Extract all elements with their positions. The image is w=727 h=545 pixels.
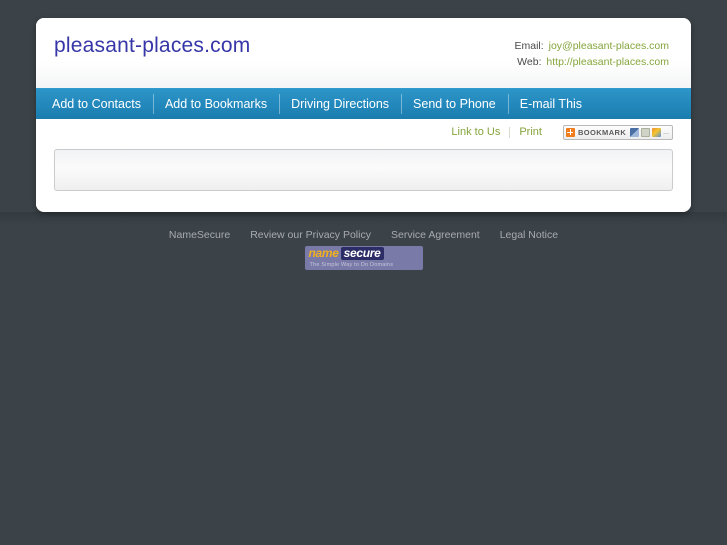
google-share-icon[interactable] <box>652 127 662 137</box>
contact-row-web: Web: http://pleasant-places.com <box>409 54 669 70</box>
footer-link-privacy-policy[interactable]: Review our Privacy Policy <box>240 226 381 244</box>
nav-email-this-label: E-mail This <box>519 97 583 111</box>
namesecure-logo-wrap: name secure The Simple Way to Do Domains <box>0 246 727 270</box>
namesecure-logo-name: name <box>308 246 339 260</box>
print-link[interactable]: Print <box>510 126 551 138</box>
footer-link-legal-notice[interactable]: Legal Notice <box>490 226 568 244</box>
nav-add-to-contacts[interactable]: Add to Contacts <box>40 89 153 119</box>
primary-navbar: Add to Contacts Add to Bookmarks Driving… <box>36 88 691 119</box>
main-card: pleasant-places.com Email: joy@pleasant-… <box>36 18 691 212</box>
nav-add-to-contacts-label: Add to Contacts <box>52 97 141 111</box>
plus-icon <box>565 127 575 137</box>
email-value[interactable]: joy@pleasant-places.com <box>549 40 669 52</box>
nav-email-this[interactable]: E-mail This <box>507 89 594 119</box>
more-share-options[interactable]: ... <box>663 129 669 136</box>
footer-link-namesecure[interactable]: NameSecure <box>159 226 240 244</box>
web-value[interactable]: http://pleasant-places.com <box>546 56 669 68</box>
web-label: Web: <box>517 56 542 68</box>
bookmark-share-widget[interactable]: BOOKMARK ... <box>562 124 673 140</box>
nav-driving-directions-label: Driving Directions <box>291 97 390 111</box>
namesecure-logo-wordmark: name secure <box>305 247 423 260</box>
utility-row: Link to Us Print BOOKMARK ... <box>36 119 691 145</box>
link-to-us-link[interactable]: Link to Us <box>442 126 509 138</box>
windows-live-icon[interactable] <box>630 127 640 137</box>
nav-send-to-phone-label: Send to Phone <box>413 97 496 111</box>
nav-add-to-bookmarks-label: Add to Bookmarks <box>164 97 268 111</box>
contact-info: Email: joy@pleasant-places.com Web: http… <box>409 38 670 70</box>
nav-driving-directions[interactable]: Driving Directions <box>279 89 401 119</box>
nav-add-to-bookmarks[interactable]: Add to Bookmarks <box>152 89 279 119</box>
namesecure-logo-tagline: The Simple Way to Do Domains <box>309 262 394 268</box>
namesecure-logo[interactable]: name secure The Simple Way to Do Domains <box>304 246 423 270</box>
content-area <box>36 145 691 207</box>
bookmark-label: BOOKMARK <box>577 127 627 137</box>
contact-row-email: Email: joy@pleasant-places.com <box>409 38 670 54</box>
footer-links: NameSecure Review our Privacy Policy Ser… <box>0 226 727 244</box>
footer-link-service-agreement[interactable]: Service Agreement <box>381 226 490 244</box>
mixx-icon[interactable] <box>641 127 651 137</box>
namesecure-logo-secure: secure <box>340 247 384 260</box>
page-footer: NameSecure Review our Privacy Policy Ser… <box>0 226 727 270</box>
card-header: pleasant-places.com Email: joy@pleasant-… <box>36 18 691 88</box>
email-label: Email: <box>514 40 544 52</box>
share-icon-group <box>630 127 662 137</box>
nav-send-to-phone[interactable]: Send to Phone <box>401 89 508 119</box>
background-band <box>0 212 727 226</box>
page-title: pleasant-places.com <box>54 34 251 57</box>
content-panel <box>54 149 673 191</box>
